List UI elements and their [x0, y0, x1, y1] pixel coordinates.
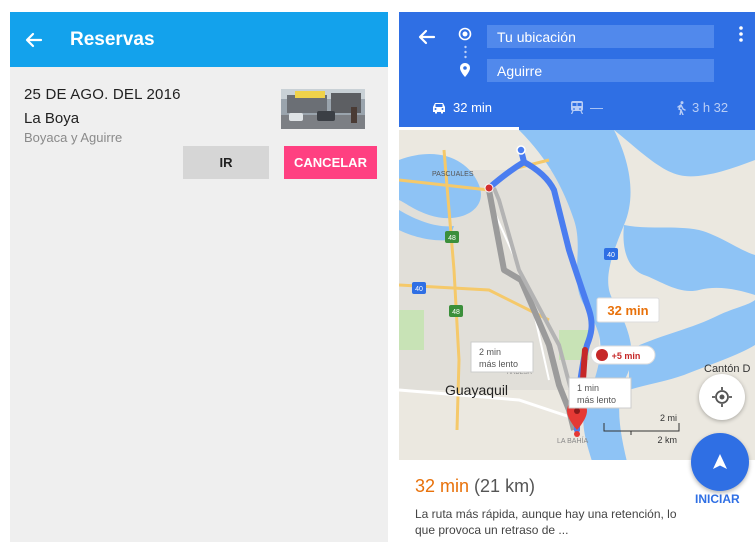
app-bar: Reservas: [10, 12, 388, 67]
highway-shield: 40: [604, 248, 618, 260]
navigation-arrow-icon: [713, 454, 727, 469]
reservation-address: Boyaca y Aguirre: [24, 130, 123, 145]
reservas-screen: Reservas 25 DE AGO. DEL 2016 La Boya Boy…: [10, 12, 388, 542]
cancel-button[interactable]: CANCELAR: [284, 146, 377, 179]
svg-text:48: 48: [448, 235, 456, 242]
directions-header: Tu ubicación Aguirre 32 min — 3 h 32: [399, 12, 755, 130]
origin-point-icon: [458, 27, 472, 46]
svg-text:más lento: más lento: [479, 359, 518, 369]
label-la-bahia: LA BAHÍA: [557, 436, 588, 445]
start-navigation-label[interactable]: INICIAR: [695, 492, 740, 506]
alternate-route-callout[interactable]: 2 min más lento: [470, 341, 534, 373]
traffic-delay-callout[interactable]: +5 min: [590, 345, 656, 365]
tab-driving[interactable]: 32 min: [431, 100, 492, 115]
svg-text:más lento: más lento: [577, 395, 616, 405]
svg-text:48: 48: [452, 309, 460, 316]
tab-transit[interactable]: —: [570, 100, 603, 115]
more-menu-icon[interactable]: [739, 26, 743, 47]
origin-input[interactable]: Tu ubicación: [487, 25, 714, 48]
back-arrow-icon[interactable]: [417, 27, 437, 52]
summary-distance: (21 km): [474, 476, 536, 496]
label-canton: Cantón D: [704, 363, 751, 375]
alternate-route-callout[interactable]: 1 min más lento: [568, 377, 632, 409]
svg-text:+5 min: +5 min: [612, 351, 641, 361]
train-icon: [570, 101, 584, 114]
highway-shield: 48: [449, 305, 463, 317]
summary-time: 32 min: [415, 476, 470, 496]
label-guayaquil: Guayaquil: [445, 382, 508, 398]
svg-text:40: 40: [415, 286, 423, 293]
tab-walking[interactable]: 3 h 32: [676, 100, 728, 115]
reservation-date: 25 DE AGO. DEL 2016: [24, 86, 181, 103]
svg-text:2 min: 2 min: [479, 347, 501, 357]
screen: Reservas 25 DE AGO. DEL 2016 La Boya Boy…: [0, 0, 755, 542]
summary-description: La ruta más rápida, aunque hay una reten…: [415, 507, 677, 537]
destination-pin-icon: [460, 63, 470, 82]
route-dots-icon: [464, 45, 467, 59]
route-summary-title: 32 min (21 km): [415, 476, 535, 497]
reservation-card: 25 DE AGO. DEL 2016 La Boya Boyaca y Agu…: [10, 67, 388, 197]
place-photo: [281, 89, 365, 129]
back-arrow-icon[interactable]: [24, 28, 48, 52]
car-icon: [433, 102, 445, 113]
svg-text:40: 40: [607, 252, 615, 259]
svg-text:1 min: 1 min: [577, 383, 599, 393]
transit-time: —: [590, 100, 603, 115]
my-location-button[interactable]: [699, 374, 745, 420]
origin-marker: [516, 145, 526, 155]
maps-screen: Tu ubicación Aguirre 32 min — 3 h 32 48 …: [399, 12, 755, 542]
svg-text:2 mi: 2 mi: [660, 413, 677, 423]
label-pascuales: PASCUALES: [432, 171, 474, 178]
highway-shield: 48: [445, 231, 459, 243]
walking-time: 3 h 32: [692, 100, 729, 115]
route-map[interactable]: 48 40 40 48 PASCUALES Guayaquil Cantón D…: [399, 130, 755, 470]
walking-icon: [677, 100, 686, 115]
svg-text:2 km: 2 km: [657, 435, 677, 445]
go-button[interactable]: IR: [183, 146, 269, 179]
svg-text:32 min: 32 min: [607, 303, 648, 318]
start-navigation-button[interactable]: [691, 433, 749, 491]
highway-shield: 40: [412, 282, 426, 294]
driving-time: 32 min: [453, 100, 493, 115]
route-time-callout[interactable]: 32 min: [596, 297, 660, 323]
destination-input[interactable]: Aguirre: [487, 59, 714, 82]
crosshair-icon: [712, 387, 732, 407]
reservation-place: La Boya: [24, 110, 80, 127]
page-title: Reservas: [70, 28, 155, 50]
travel-modes: 32 min — 3 h 32: [399, 96, 755, 130]
